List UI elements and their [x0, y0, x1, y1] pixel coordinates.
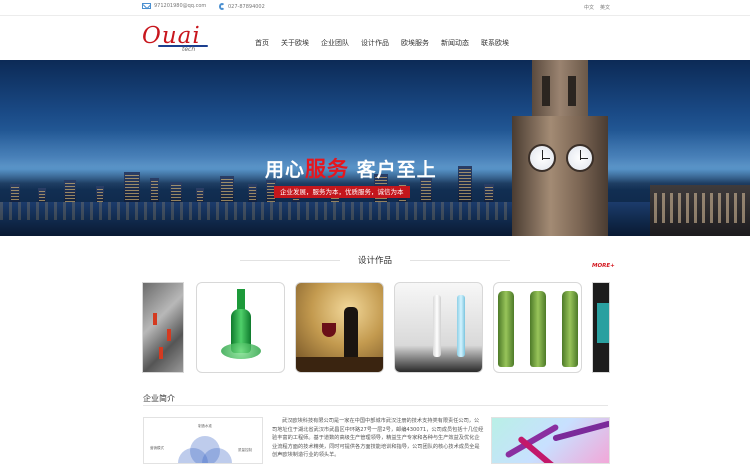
nav-item-works[interactable]: 设计作品: [355, 38, 395, 48]
work-thumb-partial[interactable]: [592, 282, 610, 373]
intro-paragraph: 武汉欧埃科技有限公司是一家在中国中部城市武汉注册的技术支持类有限责任公司，公司地…: [272, 418, 484, 458]
banner-slogan: 用心服务 客户至上: [265, 157, 437, 181]
divider-right: [410, 260, 510, 261]
intro-section-title: 企业简介: [143, 394, 175, 403]
main-nav: 首页 关于欧埃 企业团队 设计作品 欧埃服务 新闻动态 联系欧埃: [249, 38, 515, 48]
site-logo[interactable]: Ouai tech: [142, 24, 212, 58]
intro-image: [491, 417, 610, 464]
nav-item-team[interactable]: 企业团队: [315, 38, 355, 48]
city-skyline: [0, 156, 520, 206]
nav-item-about[interactable]: 关于欧埃: [275, 38, 315, 48]
nav-item-home[interactable]: 首页: [249, 38, 275, 48]
phone-contact: 027-87894002: [219, 3, 265, 10]
work-thumb-wine[interactable]: [295, 282, 384, 373]
nav-item-contact[interactable]: 联系欧埃: [475, 38, 515, 48]
nav-item-news[interactable]: 新闻动态: [435, 38, 475, 48]
diagram-label-marketing: 营销模式: [150, 446, 164, 450]
phone-text: 027-87894002: [228, 3, 265, 10]
mail-icon: [142, 3, 151, 9]
banner-subtitle: 企业发展，服务为本，优质服务，诚信为本: [274, 186, 410, 198]
intro-diagram: 制造水准 营销模式 质量控制: [143, 417, 263, 464]
hero-banner: 用心服务 客户至上 企业发展，服务为本，优质服务，诚信为本: [0, 60, 750, 236]
top-bar: 971201980@qq.com 027-87894002 中文 英文: [0, 0, 750, 16]
river-water: [0, 202, 750, 236]
work-thumb-glass-bottles[interactable]: [394, 282, 483, 373]
work-thumb-green-bottle[interactable]: [196, 282, 285, 373]
works-more-link[interactable]: MORE+: [592, 263, 615, 269]
lang-en-link[interactable]: 英文: [600, 4, 610, 11]
language-switch: 中文 英文: [584, 4, 610, 11]
intro-divider: [143, 405, 608, 406]
diagram-label-manufacturing: 制造水准: [198, 424, 212, 428]
work-thumb-green-bottles[interactable]: [493, 282, 582, 373]
works-section-title: 设计作品: [357, 256, 392, 266]
work-thumb-machine[interactable]: [142, 282, 184, 373]
diagram-label-quality: 质量控制: [238, 448, 252, 452]
phone-icon: [219, 3, 225, 10]
nav-item-services[interactable]: 欧埃服务: [395, 38, 435, 48]
clock-face-icon: [566, 144, 594, 172]
lang-zh-link[interactable]: 中文: [584, 4, 594, 11]
building-right: [650, 185, 750, 236]
site-header: Ouai tech 首页 关于欧埃 企业团队 设计作品 欧埃服务 新闻动态 联系…: [0, 16, 750, 60]
slogan-highlight: 服务: [305, 157, 350, 181]
email-text: 971201980@qq.com: [154, 3, 207, 9]
email-contact: 971201980@qq.com: [142, 3, 206, 9]
clock-face-icon: [528, 144, 556, 172]
clock-tower: [510, 60, 610, 236]
logo-subtext: tech: [182, 46, 196, 53]
